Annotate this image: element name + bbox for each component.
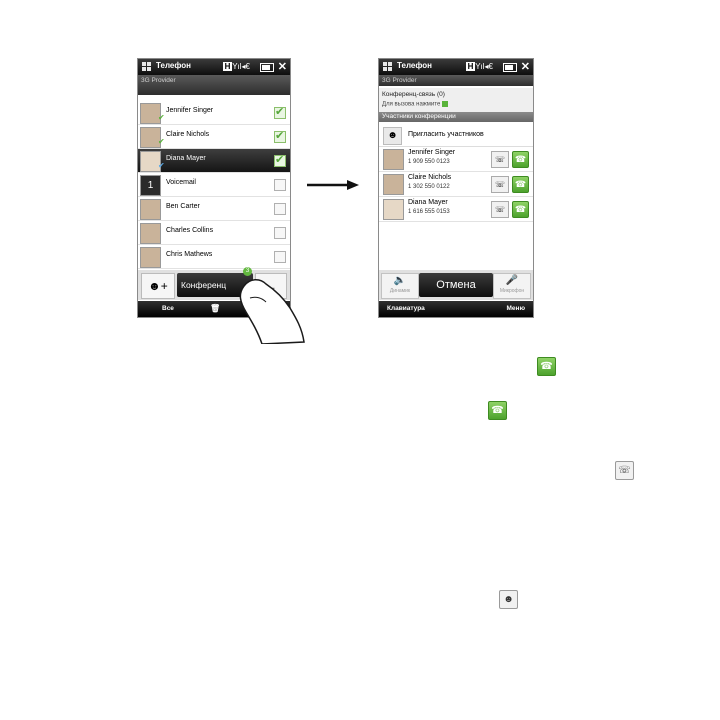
contact-name: Claire Nichols <box>166 131 210 138</box>
contact-checkbox[interactable] <box>274 203 286 215</box>
contact-row-selected[interactable]: ✔ Diana Mayer <box>138 149 290 173</box>
contact-checkbox[interactable] <box>274 105 286 119</box>
contact-checkbox[interactable] <box>274 179 286 191</box>
invite-participant-icon: ☻ <box>499 590 518 609</box>
transition-arrow-icon <box>307 180 359 190</box>
provider-bar: 3G Provider <box>138 75 290 95</box>
contact-name: Diana Mayer <box>166 155 206 162</box>
conference-status: Конференц-связь (0) Для вызова нажмите <box>379 88 533 114</box>
avatar <box>140 247 161 268</box>
call-action-bar: 🔈 Динамик Отмена 🎤 Микрофон <box>379 270 533 300</box>
check-mark-icon: ✔ <box>158 137 165 146</box>
hint-text: Для вызова нажмите <box>382 101 441 108</box>
call-button[interactable]: ☎ <box>512 176 529 193</box>
contact-row[interactable]: 1 Voicemail <box>138 173 290 197</box>
participant-row: Claire Nichols 1 302 550 0122 ☏ ☎ <box>379 172 533 197</box>
signal-volume-icon: Yıl◂€ <box>232 62 250 71</box>
provider-bar: 3G Provider <box>379 75 533 86</box>
softkey-all[interactable]: Все <box>162 305 174 312</box>
right-phone-screen: Телефон H Yıl◂€ ✕ 3G Provider Конференц-… <box>378 58 534 318</box>
contact-checkbox[interactable] <box>274 129 286 143</box>
invite-participants-row[interactable]: ☻ Пригласить участников <box>379 124 533 147</box>
check-mark-icon: ✔ <box>158 113 165 122</box>
signal-volume-icon: Yıl◂€ <box>475 62 493 71</box>
cancel-label: Отмена <box>436 279 476 291</box>
hsdpa-icon: H <box>466 62 475 71</box>
mute-button[interactable]: 🎤 Микрофон <box>493 273 531 299</box>
contact-name: Charles Collins <box>166 227 214 234</box>
participant-name: Diana Mayer <box>408 199 448 206</box>
green-phone-icon: ☎ <box>488 401 507 420</box>
participant-name: Claire Nichols <box>408 174 452 181</box>
speaker-button[interactable]: 🔈 Динамик <box>381 273 419 299</box>
contact-checkbox[interactable] <box>274 251 286 263</box>
add-contact-button[interactable]: ☻+ <box>141 273 175 299</box>
windows-start-icon[interactable] <box>142 62 152 72</box>
contact-name: Ben Carter <box>166 203 200 210</box>
avatar <box>140 199 161 220</box>
contact-row[interactable]: Ben Carter <box>138 197 290 221</box>
green-phone-icon: ☎ <box>537 357 556 376</box>
conference-call-title: Конференц-связь (0) <box>382 91 445 98</box>
merge-call-button[interactable]: ☏ <box>491 201 509 218</box>
merge-call-button[interactable]: ☏ <box>491 151 509 168</box>
participant-row: Diana Mayer 1 616 555 0153 ☏ ☎ <box>379 197 533 222</box>
finger-tap-icon <box>239 279 305 344</box>
avatar <box>383 199 404 220</box>
close-icon[interactable]: ✕ <box>521 60 530 73</box>
avatar <box>140 223 161 244</box>
invite-label: Пригласить участников <box>408 131 484 138</box>
conference-button-label: Конференц <box>181 280 227 290</box>
add-contact-icon: ☻+ <box>148 279 168 293</box>
softkey-bar: Клавиатура Меню <box>379 301 533 317</box>
speaker-label: Динамик <box>389 288 411 294</box>
cancel-button[interactable]: Отмена <box>419 273 493 297</box>
contact-checkbox[interactable] <box>274 153 286 167</box>
softkey-menu[interactable]: Меню <box>506 305 525 312</box>
participant-phone: 1 909 550 0123 <box>408 159 450 165</box>
windows-start-icon[interactable] <box>383 62 393 72</box>
participant-phone: 1 302 550 0122 <box>408 184 450 190</box>
contact-checkbox[interactable] <box>274 227 286 239</box>
check-mark-icon: ✔ <box>158 161 165 170</box>
contact-row[interactable]: Charles Collins <box>138 221 290 245</box>
app-title: Телефон <box>397 61 432 70</box>
contact-name: Jennifer Singer <box>166 107 214 114</box>
participant-phone: 1 616 555 0153 <box>408 209 450 215</box>
participant-row: Jennifer Singer 1 909 550 0123 ☏ ☎ <box>379 147 533 172</box>
invite-participant-icon: ☻ <box>383 127 402 145</box>
speaker-icon: 🔈 <box>393 275 407 286</box>
contact-row[interactable]: ✔ Claire Nichols <box>138 125 290 149</box>
mute-label: Микрофон <box>499 288 525 294</box>
microphone-icon: 🎤 <box>505 275 519 286</box>
avatar <box>383 149 404 170</box>
members-header: Участники конференции <box>379 112 533 122</box>
battery-icon <box>260 63 274 72</box>
softkey-keyboard[interactable]: Клавиатура <box>387 305 425 312</box>
contact-row[interactable]: ✔ Jennifer Singer <box>138 101 290 125</box>
contact-name: Voicemail <box>166 179 196 186</box>
status-bar: Телефон H Yıl◂€ ✕ <box>379 59 533 75</box>
call-button[interactable]: ☎ <box>512 201 529 218</box>
status-bar: Телефон H Yıl◂€ ✕ <box>138 59 290 75</box>
hsdpa-icon: H <box>223 62 232 71</box>
battery-icon <box>503 63 517 72</box>
merge-call-icon: ☏ <box>615 461 634 480</box>
contact-row[interactable]: Chris Mathews <box>138 245 290 269</box>
contact-name: Chris Mathews <box>166 251 213 258</box>
participant-name: Jennifer Singer <box>408 149 456 156</box>
green-phone-icon <box>442 101 449 107</box>
merge-call-button[interactable]: ☏ <box>491 176 509 193</box>
voicemail-icon: 1 <box>140 175 161 196</box>
avatar <box>383 174 404 195</box>
trash-icon[interactable]: 🗑 <box>210 304 220 313</box>
conference-hint: Для вызова нажмите <box>382 101 449 108</box>
app-title: Телефон <box>156 61 191 70</box>
call-button[interactable]: ☎ <box>512 151 529 168</box>
close-icon[interactable]: ✕ <box>278 60 287 73</box>
